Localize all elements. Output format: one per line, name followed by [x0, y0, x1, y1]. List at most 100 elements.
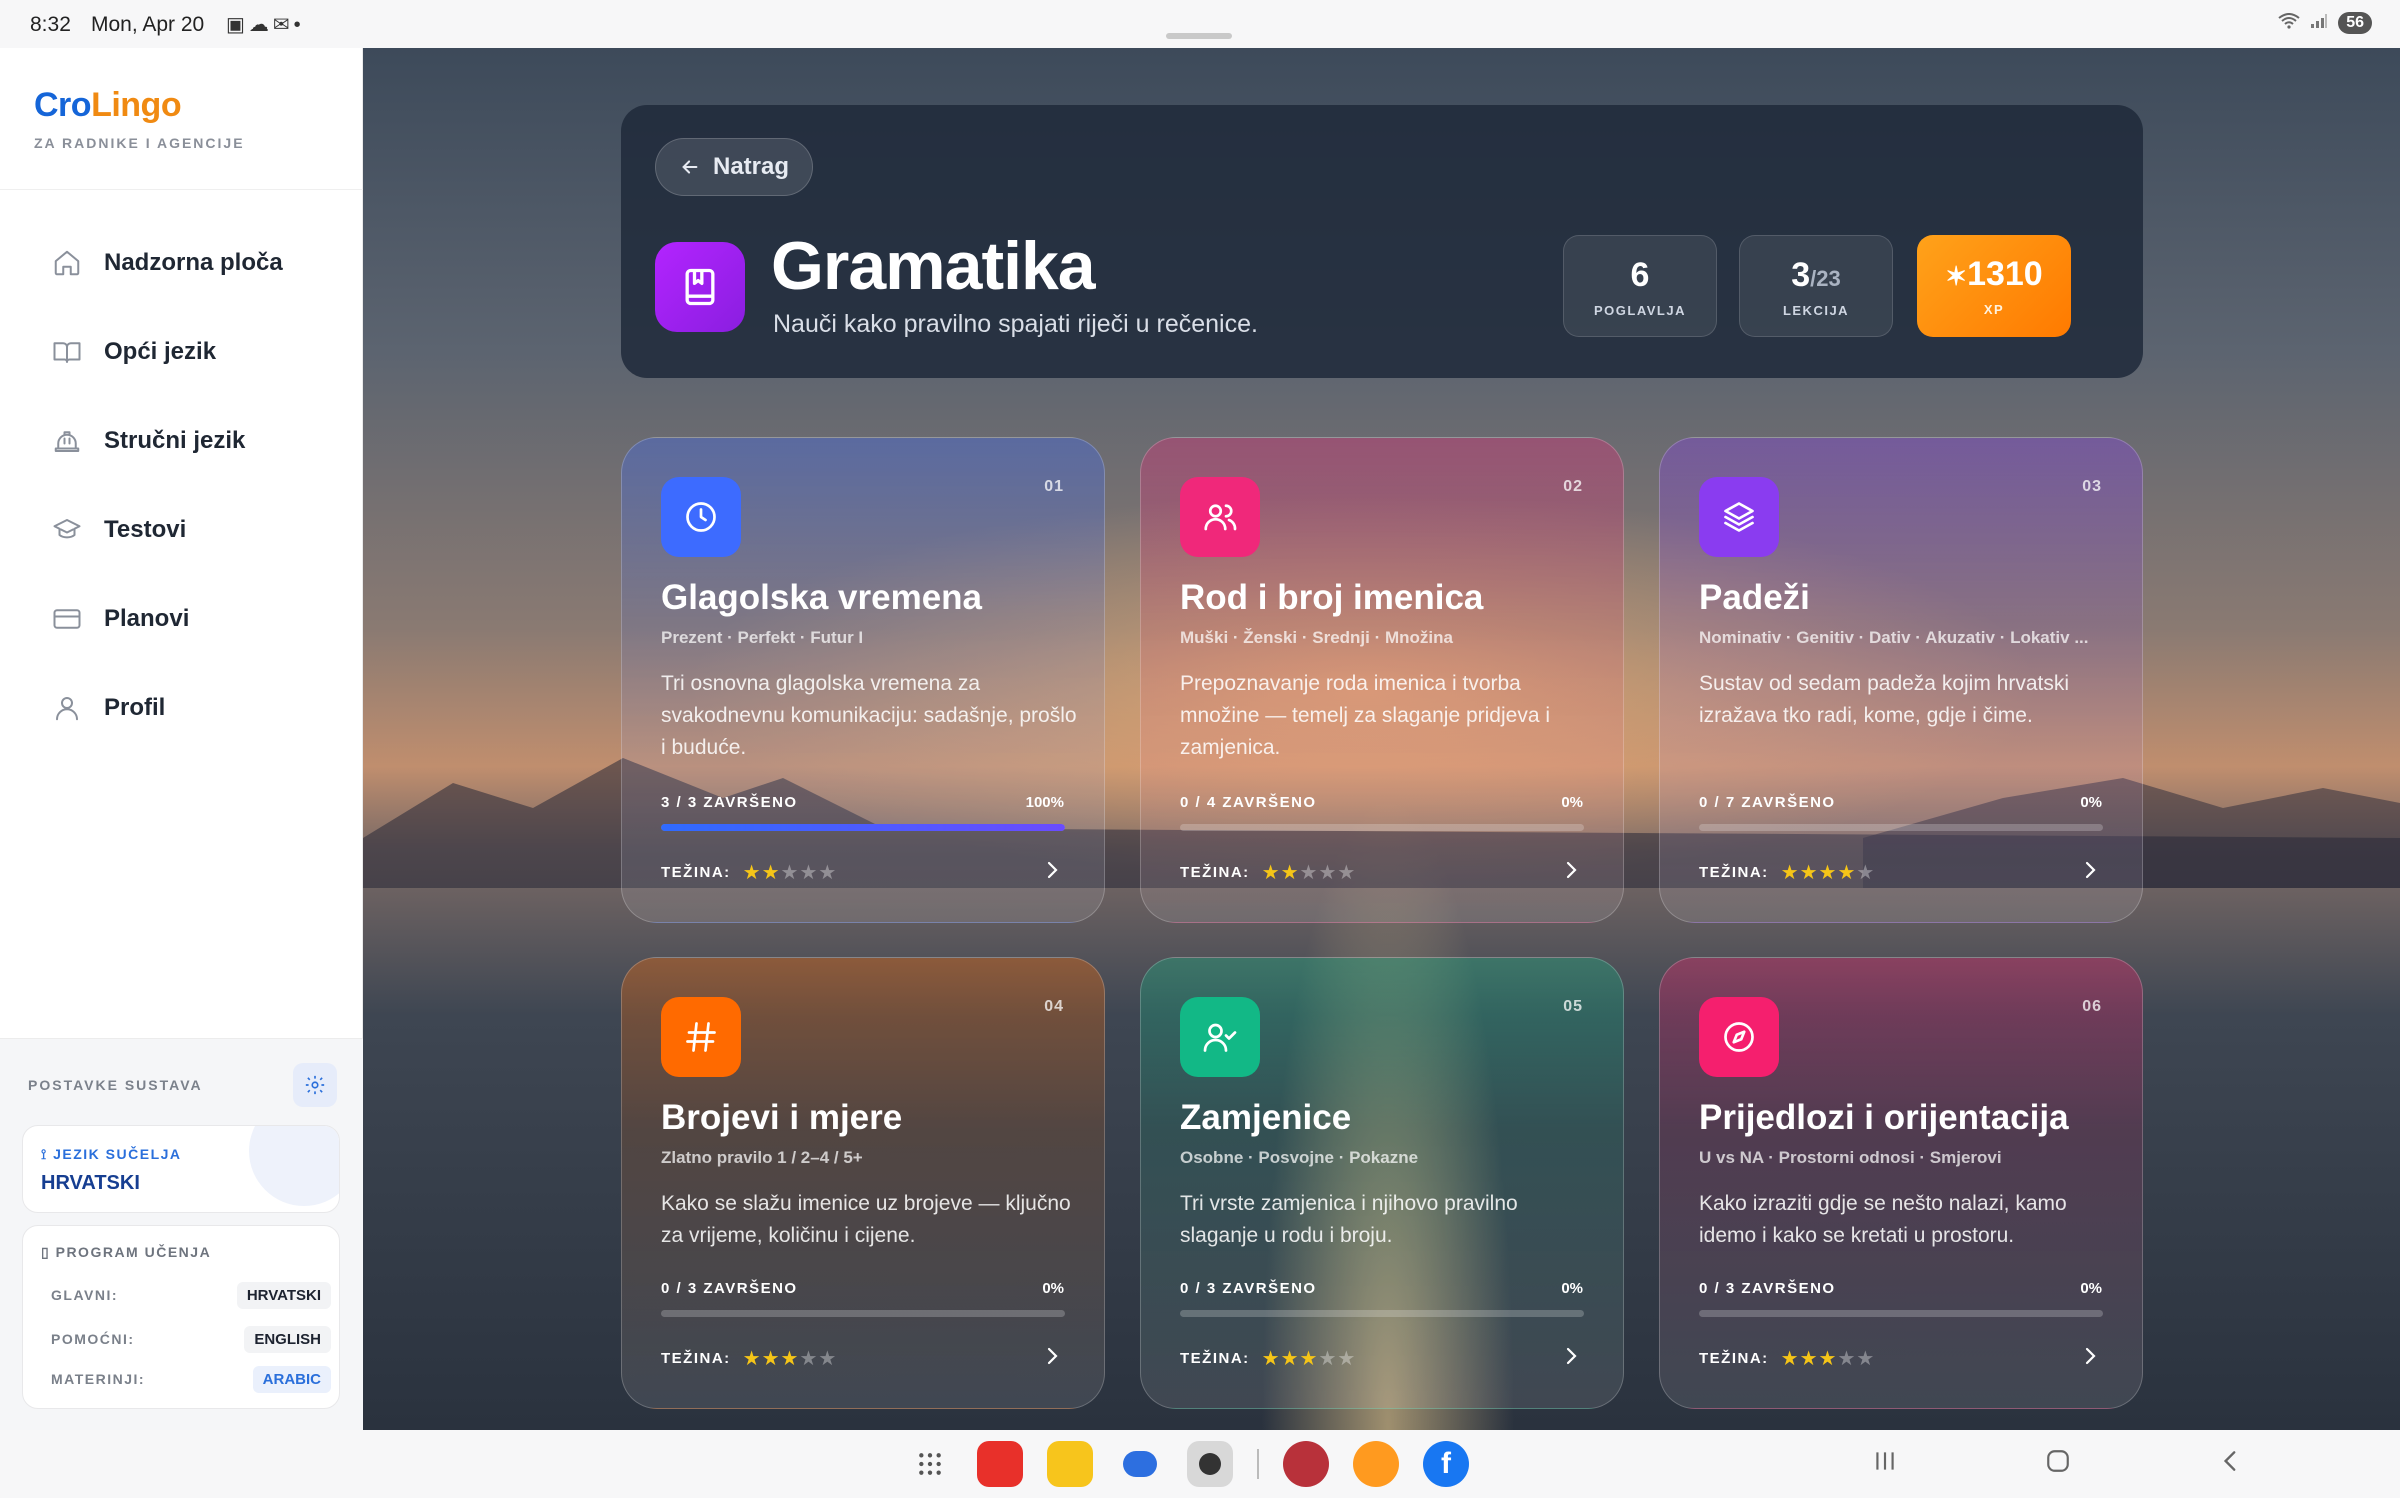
sidebar-item-dashboard[interactable]: Nadzorna ploča [0, 218, 363, 307]
chevron-right-icon[interactable] [2078, 1344, 2102, 1368]
difficulty-label: TEŽINA: [1699, 864, 1769, 881]
settings-button[interactable] [293, 1063, 337, 1107]
chevron-right-icon[interactable] [2078, 858, 2102, 882]
recent-app-icon[interactable] [1283, 1441, 1329, 1487]
chapter-tags: Nominativ · Genitiv · Dativ · Akuzativ ·… [1699, 628, 2089, 647]
sidebar-item-professional-language[interactable]: Stručni jezik [0, 396, 363, 485]
difficulty-stars: ★★★★★ [742, 1348, 838, 1370]
logo-text-cro: Cro [34, 86, 92, 124]
chapter-card[interactable]: 02 Rod i broj imenica Muški · Ženski · Sre… [1140, 437, 1624, 923]
interface-language-value: HRVATSKI [41, 1172, 140, 1194]
sidebar-item-label: Planovi [104, 604, 190, 632]
chapter-number: 01 [1044, 478, 1064, 495]
app-logo[interactable]: CroLingo [34, 86, 182, 125]
sidebar-item-label: Opći jezik [104, 337, 217, 365]
facebook-app-icon[interactable]: f [1423, 1441, 1469, 1487]
back-button-label: Natrag [712, 153, 790, 180]
sidebar-item-profile[interactable]: Profil [0, 663, 363, 752]
program-main-badge[interactable]: HRVATSKI [236, 1281, 331, 1309]
wifi-icon [2278, 12, 2300, 34]
messages-app-icon[interactable] [1117, 1441, 1163, 1487]
chapter-progress-percent: 0% [1042, 1280, 1064, 1297]
chapter-difficulty: TEŽINA: ★★★★★ [1699, 860, 1875, 885]
chapter-title: Zamjenice [1180, 1098, 1352, 1137]
difficulty-label: TEŽINA: [1180, 1350, 1250, 1367]
chapter-title: Glagolska vremena [661, 578, 982, 617]
difficulty-stars: ★★★★★ [742, 862, 838, 884]
back-button[interactable]: Natrag [655, 138, 813, 196]
chapter-progress-bar [1180, 1310, 1584, 1317]
chapter-description: Kako se slažu imenice uz brojeve — ključ… [661, 1192, 1071, 1247]
app-drawer-icon[interactable] [907, 1441, 953, 1487]
chapter-number: 04 [1044, 998, 1064, 1015]
chapter-progress-fill [661, 824, 1065, 831]
sidebar-divider [0, 189, 363, 190]
chevron-right-icon[interactable] [1559, 858, 1583, 882]
chapter-progress-label: 0 / 3 ZAVRŠENO [661, 1280, 798, 1297]
chevron-right-icon[interactable] [1040, 1344, 1064, 1368]
chapter-card[interactable]: 05 Zamjenice Osobne · Posvojne · Pokazne Tr… [1140, 957, 1624, 1409]
book-icon [53, 341, 81, 363]
files-app-icon[interactable] [1047, 1441, 1093, 1487]
chapter-card[interactable]: 01 Glagolska vremena Prezent · Perfekt · F… [621, 437, 1105, 923]
chapter-description: Tri vrste zamjenica i njihovo pravilno s… [1180, 1192, 1518, 1247]
camera-app-icon[interactable] [1187, 1441, 1233, 1487]
chapter-title: Rod i broj imenica [1180, 578, 1484, 617]
page-title: Gramatika [771, 228, 1096, 304]
chevron-right-icon[interactable] [1040, 858, 1064, 882]
program-label-text: PROGRAM UČENJA [55, 1244, 212, 1260]
sparkle-icon: ✶ [1945, 261, 1968, 291]
stat-lessons-value: 3/23 [1740, 256, 1892, 295]
chapter-title: Padeži [1699, 578, 1810, 617]
graduation-cap-icon [53, 518, 81, 538]
stat-chapters-value: 6 [1630, 256, 1650, 294]
difficulty-label: TEŽINA: [1699, 1350, 1769, 1367]
sidebar-item-label: Stručni jezik [104, 426, 246, 454]
chapter-card[interactable]: 04 Brojevi i mjere Zlatno pravilo 1 / 2–4 … [621, 957, 1105, 1409]
interface-language-selector[interactable]: ⟟ JEZIK SUČELJA HRVATSKI [22, 1125, 340, 1213]
difficulty-label: TEŽINA: [1180, 864, 1250, 881]
chapter-tags: Muški · Ženski · Srednji · Množina [1180, 628, 1453, 647]
signal-icon [2310, 13, 2328, 34]
program-native-badge[interactable]: ARABIC [252, 1365, 331, 1393]
chapter-progress-label: 0 / 3 ZAVRŠENO [1699, 1280, 1836, 1297]
window-handle[interactable] [1166, 33, 1232, 39]
sidebar-item-plans[interactable]: Planovi [0, 574, 363, 663]
chapter-card[interactable]: 03 Padeži Nominativ · Genitiv · Dativ · Ak… [1659, 437, 2143, 923]
learning-program-card: ▯ PROGRAM UČENJA GLAVNI: HRVATSKI POMOĆN… [22, 1225, 340, 1409]
program-row-key: MATERINJI: [51, 1371, 146, 1387]
chevron-right-icon[interactable] [1559, 1344, 1583, 1368]
chapter-tags: U vs NA · Prostorni odnosi · Smjerovi [1699, 1148, 2002, 1167]
sidebar-item-tests[interactable]: Testovi [0, 485, 363, 574]
program-helper-badge[interactable]: ENGLISH [244, 1325, 331, 1353]
chapter-card[interactable]: 06 Prijedlozi i orijentacija U vs NA · Pro… [1659, 957, 2143, 1409]
status-date: Mon, Apr 20 [91, 13, 205, 36]
sidebar-item-label: Profil [104, 693, 166, 721]
back-nav-button[interactable] [2218, 1448, 2244, 1479]
user-icon [56, 696, 78, 720]
sidebar-nav: Nadzorna ploča Opći jezik Stručni jezik … [0, 218, 363, 752]
notes-app-icon[interactable] [977, 1441, 1023, 1487]
program-row-key: POMOĆNI: [51, 1331, 135, 1347]
difficulty-stars: ★★★★★ [1261, 1348, 1357, 1370]
logo-subtitle: ZA RADNIKE I AGENCIJE [34, 135, 245, 151]
chapter-difficulty: TEŽINA: ★★★★★ [661, 1346, 837, 1371]
system-navbar: f [0, 1430, 2400, 1498]
stat-chapters: 6 POGLAVLJA [1563, 235, 1717, 337]
sidebar-item-label: Nadzorna ploča [104, 248, 283, 276]
chapter-progress-percent: 100% [1025, 794, 1064, 811]
chapter-number: 02 [1563, 478, 1583, 495]
stat-xp-value: ✶1310 [1917, 255, 2071, 294]
sidebar-item-general-language[interactable]: Opći jezik [0, 307, 363, 396]
chapter-description: Sustav od sedam padeža kojim hrvatski iz… [1699, 672, 2070, 727]
chapter-tags: Osobne · Posvojne · Pokazne [1180, 1148, 1419, 1167]
battery-indicator: 56 [2338, 12, 2372, 34]
stat-xp-label: XP [1983, 302, 2005, 317]
header-card: Natrag Gramatika Nauči kako pravilno spa… [621, 105, 2143, 378]
recents-button[interactable] [1872, 1448, 1898, 1479]
program-row-main: GLAVNI: HRVATSKI [51, 1278, 331, 1312]
idea-app-icon[interactable] [1353, 1441, 1399, 1487]
layers-icon [1699, 477, 1779, 557]
home-button[interactable] [2045, 1448, 2071, 1479]
chapter-progress-percent: 0% [1561, 794, 1583, 811]
